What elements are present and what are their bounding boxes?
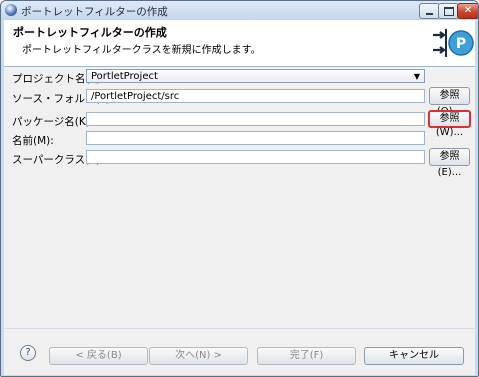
maximize-button[interactable] — [438, 3, 459, 19]
name-field[interactable] — [86, 131, 425, 145]
package-field[interactable] — [86, 112, 425, 126]
project-value: PortletProject — [91, 71, 158, 82]
minimize-icon — [426, 13, 433, 15]
chevron-down-icon: ▼ — [413, 72, 420, 81]
wizard-description: ポートレットフィルタークラスを新規に作成します。 — [22, 45, 261, 56]
wizard-header: ポートレットフィルターの作成 ポートレットフィルタークラスを新規に作成します。 … — [4, 20, 475, 67]
minimize-button[interactable] — [419, 3, 440, 19]
source-browse-button[interactable]: 参照(O)... — [429, 87, 470, 117]
svg-text:P: P — [456, 36, 466, 52]
eclipse-icon — [5, 4, 17, 16]
button-bar: ? < 戻る(B) 次へ(N) > 完了(F) キャンセル — [4, 328, 475, 375]
window-title: ポートレットフィルターの作成 — [21, 6, 168, 18]
maximize-icon — [444, 7, 454, 16]
name-label: 名前(M): — [12, 135, 54, 147]
wizard-title: ポートレットフィルターの作成 — [13, 26, 167, 39]
form-area: プロジェクト名(P): PortletProject ▼ ソース・フォルダ(F)… — [4, 67, 475, 328]
package-browse-button[interactable]: 参照(W)... — [428, 110, 471, 138]
help-icon[interactable]: ? — [20, 345, 36, 361]
portlet-wizard-icon: P — [433, 29, 474, 57]
superclass-field[interactable] — [86, 150, 425, 164]
cancel-button[interactable]: キャンセル — [364, 347, 464, 365]
close-button[interactable]: ✕ — [457, 3, 478, 19]
dialog-window: ポートレットフィルターの作成 ✕ ポートレットフィルターの作成 ポートレットフィ… — [0, 0, 479, 377]
close-icon: ✕ — [463, 5, 473, 16]
superclass-browse-button[interactable]: 参照(E)... — [429, 148, 470, 178]
title-bar[interactable]: ポートレットフィルターの作成 ✕ — [1, 1, 478, 20]
package-label: パッケージ名(K): — [12, 116, 94, 128]
next-button[interactable]: 次へ(N) > — [149, 347, 248, 365]
back-button[interactable]: < 戻る(B) — [49, 347, 148, 365]
project-select[interactable]: PortletProject ▼ — [86, 69, 425, 83]
finish-button[interactable]: 完了(F) — [257, 347, 356, 365]
source-folder-field[interactable]: /PortletProject/src — [86, 89, 425, 103]
